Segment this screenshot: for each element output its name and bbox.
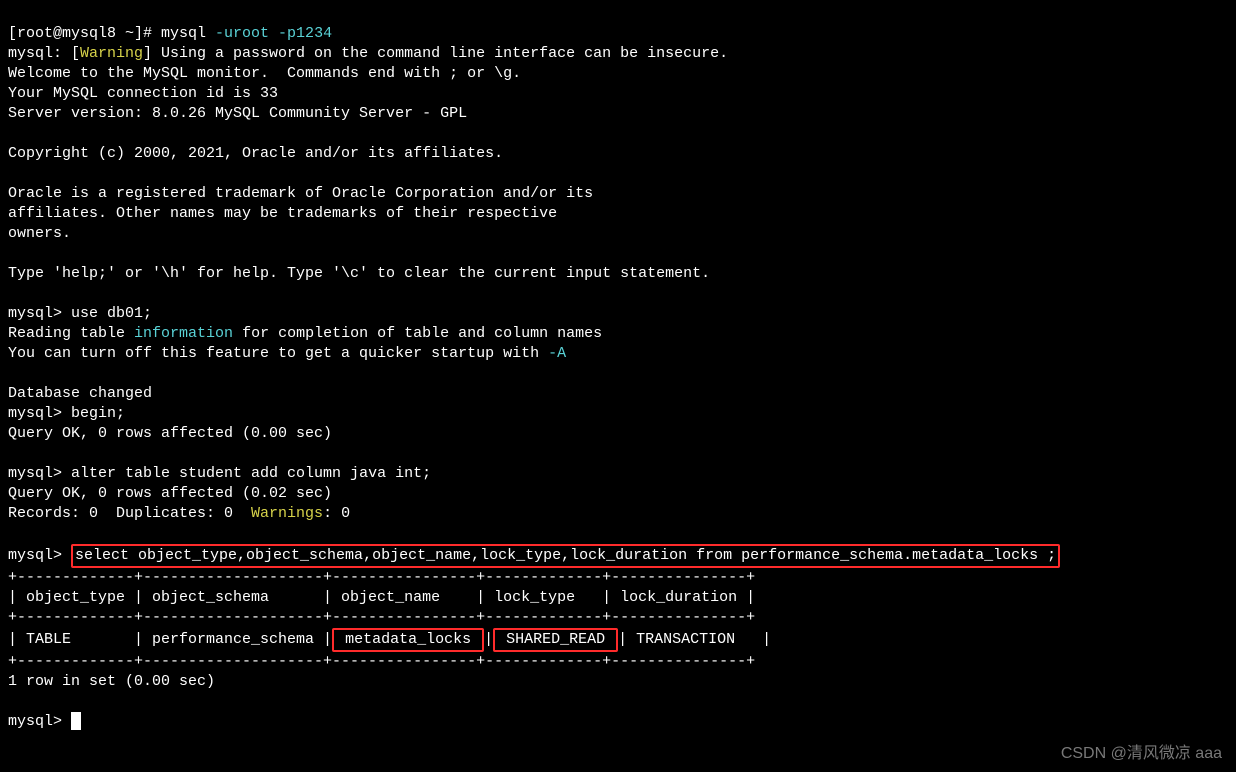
- welcome-block: Welcome to the MySQL monitor. Commands e…: [8, 65, 710, 282]
- reading-pre: Reading table: [8, 325, 134, 342]
- mysql-prompt: mysql>: [8, 713, 71, 730]
- terminal-window[interactable]: [root@mysql8 ~]# mysql -uroot -p1234 mys…: [0, 0, 1236, 772]
- begin-result: Query OK, 0 rows affected (0.00 sec): [8, 425, 332, 442]
- command-begin: begin;: [71, 405, 125, 422]
- warning-rest: ] Using a password on the command line i…: [143, 45, 728, 62]
- records-pre: Records: 0 Duplicates: 0: [8, 505, 251, 522]
- table-row-sep: |: [484, 631, 493, 648]
- command-use: use db01;: [71, 305, 152, 322]
- cursor-icon: [71, 712, 81, 730]
- table-row-rest: | TRANSACTION |: [618, 631, 771, 648]
- table-row-cols12: | TABLE | performance_schema |: [8, 631, 332, 648]
- watermark-text: CSDN @清风微凉 aaa: [1061, 744, 1222, 764]
- shell-prompt: [root@mysql8 ~]#: [8, 25, 161, 42]
- warning-prefix: mysql: [: [8, 45, 80, 62]
- information-word: information: [134, 325, 233, 342]
- table-border: +-------------+--------------------+----…: [8, 653, 755, 670]
- records-post: : 0: [323, 505, 350, 522]
- mysql-prompt: mysql>: [8, 405, 71, 422]
- command-mysql: mysql: [161, 25, 215, 42]
- highlighted-cell-object-name: metadata_locks: [332, 628, 484, 652]
- highlighted-cell-lock-type: SHARED_READ: [493, 628, 618, 652]
- dash-a-flag: -A: [548, 345, 566, 362]
- table-border: +-------------+--------------------+----…: [8, 569, 755, 586]
- highlighted-query: select object_type,object_schema,object_…: [71, 544, 1060, 568]
- command-mysql-flags: -uroot -p1234: [215, 25, 332, 42]
- mysql-prompt: mysql>: [8, 465, 71, 482]
- warning-word: Warning: [80, 45, 143, 62]
- mysql-prompt: mysql>: [8, 305, 71, 322]
- alter-result: Query OK, 0 rows affected (0.02 sec): [8, 485, 332, 502]
- command-alter: alter table student add column java int;: [71, 465, 431, 482]
- mysql-prompt: mysql>: [8, 547, 71, 564]
- table-header-row: | object_type | object_schema | object_n…: [8, 589, 755, 606]
- table-border: +-------------+--------------------+----…: [8, 609, 755, 626]
- warnings-word: Warnings: [251, 505, 323, 522]
- reading-post: for completion of table and column names: [233, 325, 602, 342]
- db-changed: Database changed: [8, 385, 152, 402]
- rows-in-set: 1 row in set (0.00 sec): [8, 673, 215, 690]
- turnoff-pre: You can turn off this feature to get a q…: [8, 345, 548, 362]
